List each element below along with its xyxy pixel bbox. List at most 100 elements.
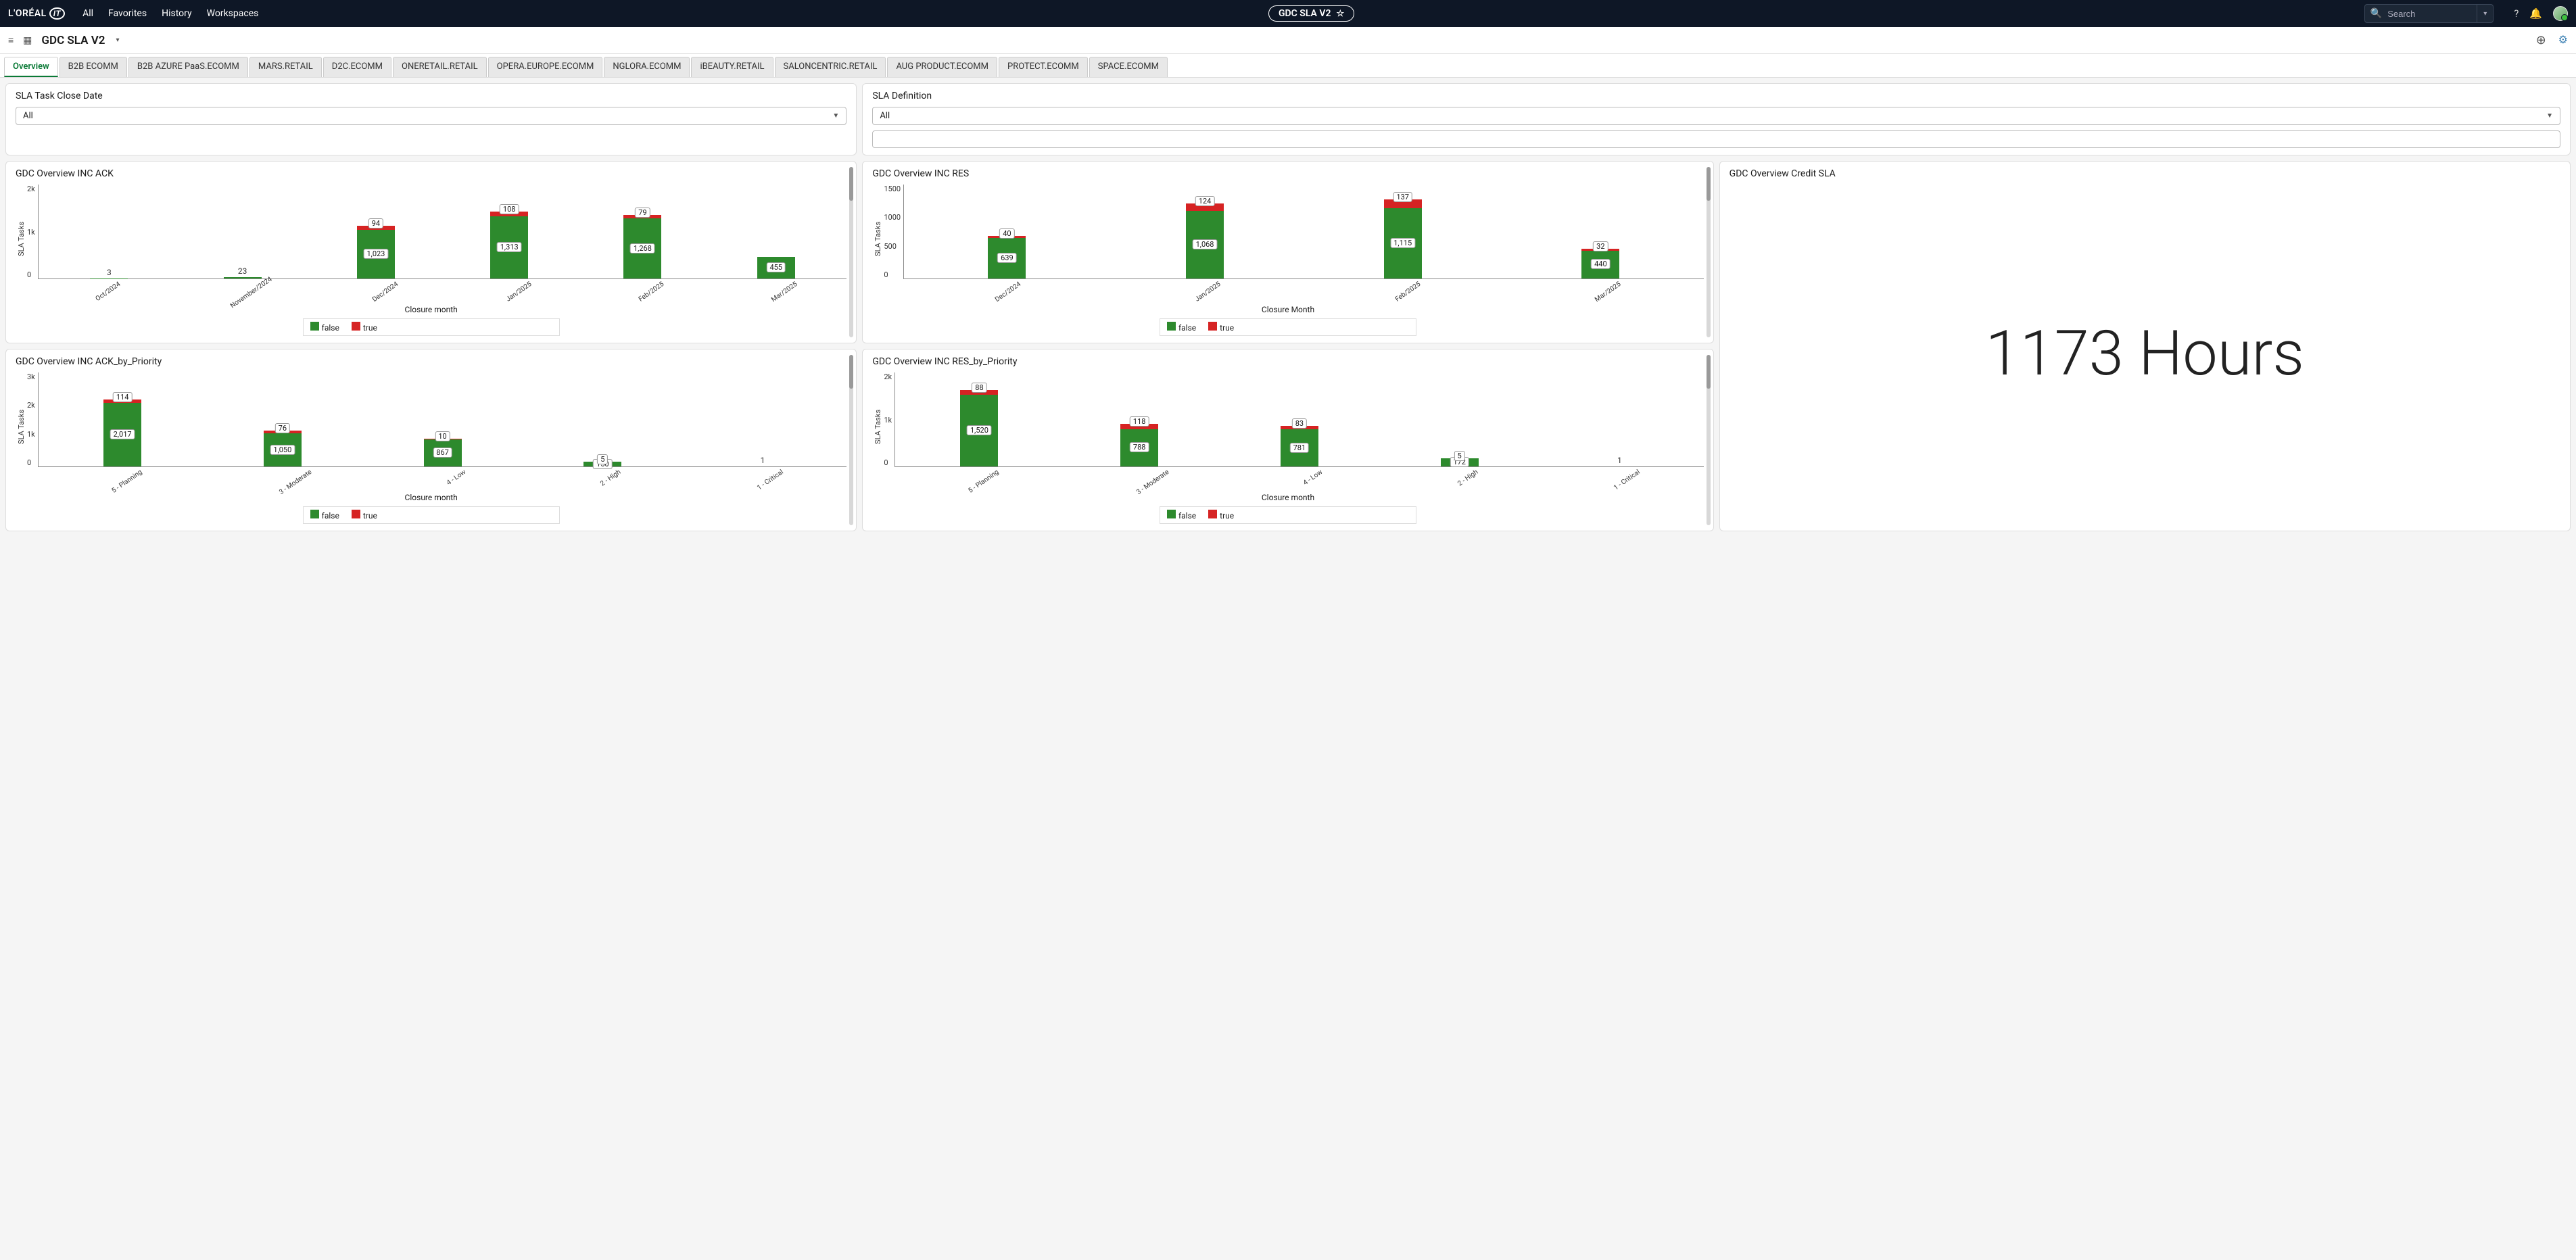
filter-definition-card: SLA Definition All ▼: [862, 83, 2571, 155]
bar-stack: 86710: [424, 439, 462, 466]
nav-workspaces[interactable]: Workspaces: [207, 8, 259, 19]
bar-value-label: 1,268: [630, 243, 655, 253]
bar-value-label: 94: [368, 218, 383, 228]
filter-definition-value: All: [880, 111, 890, 121]
bar-value-label: 639: [997, 253, 1017, 263]
y-ticks: 2k1k0: [26, 185, 38, 279]
bar-stack: 788118: [1120, 424, 1158, 466]
x-tick-label: 2 - High: [1456, 468, 1479, 488]
filter-definition-dropdown[interactable]: All ▼: [872, 107, 2560, 125]
page-chip-label: GDC SLA V2: [1279, 8, 1331, 19]
bar-group: 1,115137: [1304, 199, 1502, 278]
tab-mars-retail[interactable]: MARS.RETAIL: [249, 57, 322, 77]
filter-close-date-value: All: [23, 111, 33, 121]
bell-icon[interactable]: 🔔: [2529, 7, 2542, 20]
search-input[interactable]: [2382, 9, 2477, 19]
search-dropdown-toggle[interactable]: ▾: [2477, 5, 2493, 22]
bar-value-label: 1: [761, 456, 765, 465]
search-box: 🔍 ▾: [2364, 4, 2494, 23]
add-icon[interactable]: ⊕: [2536, 33, 2546, 47]
chart-scrollbar[interactable]: [1707, 355, 1711, 525]
chevron-down-icon: ▼: [2546, 112, 2553, 120]
nav-favorites[interactable]: Favorites: [108, 8, 147, 19]
bar-stack: 1,115137: [1384, 199, 1422, 278]
bars-area: 2,0171141,050768671015051: [38, 372, 847, 467]
legend-item-true[interactable]: true: [352, 510, 377, 520]
y-axis-label: SLA Tasks: [16, 185, 26, 293]
chart-legend: false true: [303, 318, 560, 336]
search-wrap: 🔍 ▾: [2364, 4, 2494, 23]
chart-scrollbar[interactable]: [849, 167, 853, 337]
page-title-caret-icon[interactable]: ▾: [116, 37, 119, 44]
legend-item-false[interactable]: false: [310, 322, 339, 333]
legend-item-true[interactable]: true: [1208, 322, 1234, 333]
tab-opera-europe-ecomm[interactable]: OPERA.EUROPE.ECOMM: [488, 57, 603, 77]
tab-saloncentric-retail[interactable]: SALONCENTRIC.RETAIL: [775, 57, 886, 77]
x-tick-label: 1 - Critical: [1613, 468, 1642, 492]
legend-swatch-true: [1208, 510, 1217, 518]
nav-all[interactable]: All: [82, 8, 93, 19]
legend-item-true[interactable]: true: [352, 322, 377, 333]
bar-group: 44032: [1502, 249, 1700, 278]
tab-oneretail-retail[interactable]: ONERETAIL.RETAIL: [393, 57, 487, 77]
help-icon[interactable]: ?: [2514, 7, 2519, 20]
tab-nglora-ecomm[interactable]: NGLORA.ECOMM: [604, 57, 690, 77]
bar-value-label: 32: [1593, 241, 1608, 251]
bar-value-label: 1,023: [363, 249, 388, 259]
bar-group: 788118: [1059, 424, 1220, 466]
sub-toolbar-right: ⊕ ⚙: [2536, 33, 2568, 47]
bar-group: 1,26879: [576, 215, 709, 278]
bar-stack: [224, 277, 262, 278]
tab-aug-product-ecomm[interactable]: AUG PRODUCT.ECOMM: [887, 57, 997, 77]
chart-area: SLA Tasks150010005000639401,0681241,1151…: [872, 185, 1703, 293]
hamburger-icon[interactable]: ≡: [8, 34, 14, 46]
star-icon[interactable]: ☆: [1336, 9, 1344, 19]
x-labels: 5 - Planning3 - Moderate4 - Low2 - High1…: [38, 468, 847, 476]
tab-b2b-azure-paas-ecomm[interactable]: B2B AZURE PaaS.ECOMM: [128, 57, 248, 77]
page-chip[interactable]: GDC SLA V2 ☆: [1268, 5, 1354, 22]
bar-value-label: 10: [435, 431, 450, 441]
bar-value-label: 788: [1130, 442, 1149, 452]
x-tick-label: Jan/2025: [504, 281, 533, 304]
bar-segment-false[interactable]: [224, 277, 262, 278]
y-tick-label: 2k: [884, 372, 892, 381]
chart-title: GDC Overview INC ACK_by_Priority: [16, 356, 846, 367]
tab-b2b-ecomm[interactable]: B2B ECOMM: [59, 57, 127, 77]
bar-group: 1,05076: [202, 431, 362, 466]
legend-item-true[interactable]: true: [1208, 510, 1234, 520]
legend-swatch-true: [1208, 322, 1217, 331]
chart-scrollbar[interactable]: [1707, 167, 1711, 337]
bar-group: 86710: [362, 439, 523, 466]
chart-title: GDC Overview INC ACK: [16, 168, 846, 179]
bar-value-label: 1,068: [1193, 239, 1218, 249]
grid-icon[interactable]: ▦: [23, 35, 32, 46]
settings-icon[interactable]: ⚙: [2558, 33, 2568, 47]
tab-ibeauty-retail[interactable]: iBEAUTY.RETAIL: [691, 57, 773, 77]
tab-overview[interactable]: Overview: [4, 57, 58, 77]
bar-group: 455: [709, 257, 842, 278]
tab-space-ecomm[interactable]: SPACE.ECOMM: [1089, 57, 1168, 77]
x-tick-label: 3 - Moderate: [1135, 468, 1170, 496]
chart-scrollbar[interactable]: [849, 355, 853, 525]
x-labels: Dec/2024Jan/2025Feb/2025Mar/2025: [903, 281, 1704, 288]
credit-sla-title: GDC Overview Credit SLA: [1730, 168, 2560, 179]
bar-group: 1: [1540, 456, 1700, 466]
y-ticks: 3k2k1k0: [26, 372, 38, 467]
avatar[interactable]: [2553, 6, 2568, 21]
filter-close-date-dropdown[interactable]: All ▼: [16, 107, 846, 125]
filter-definition-secondary[interactable]: [872, 130, 2560, 148]
y-axis-label: SLA Tasks: [872, 372, 882, 481]
tab-protect-ecomm[interactable]: PROTECT.ECOMM: [999, 57, 1088, 77]
legend-item-false[interactable]: false: [1167, 322, 1196, 333]
bar-value-label: 114: [113, 392, 133, 402]
nav-history[interactable]: History: [162, 8, 192, 19]
tab-d2c-ecomm[interactable]: D2C.ECOMM: [323, 57, 391, 77]
legend-item-false[interactable]: false: [310, 510, 339, 520]
bar-group: 23: [176, 266, 309, 278]
bar-stack: 1,52088: [960, 390, 998, 466]
credit-sla-card: GDC Overview Credit SLA 1173 Hours: [1719, 161, 2571, 531]
y-axis-label: SLA Tasks: [872, 185, 882, 293]
chart-inc-ack: GDC Overview INC ACKSLA Tasks2k1k03231,0…: [5, 161, 857, 343]
legend-item-false[interactable]: false: [1167, 510, 1196, 520]
x-tick-label: 3 - Moderate: [278, 468, 313, 496]
